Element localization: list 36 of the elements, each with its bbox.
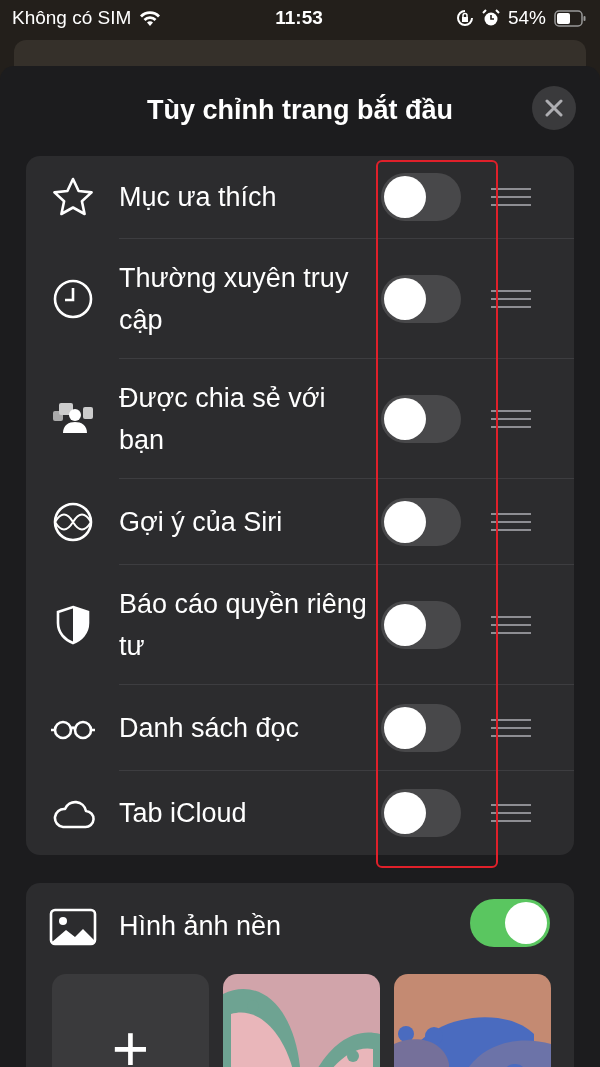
clock-time: 11:53 [275,5,323,30]
toggle-switch[interactable] [381,703,461,752]
section-label: Được chia sẻ với bạn [119,381,327,457]
toggle-switch[interactable] [381,173,461,221]
carrier-text: Không có SIM [12,5,132,30]
section-label: Tab iCloud [119,797,248,830]
wallpaper-label: Hình ảnh nền [119,910,283,944]
sheet-title: Tùy chỉnh trang bắt đầu [146,93,454,127]
search-field[interactable] [14,40,586,66]
drag-handle-icon[interactable] [491,408,531,429]
section-label: Danh sách đọc [119,711,301,745]
toggle-switch[interactable] [381,274,461,323]
drag-handle-icon[interactable] [491,614,531,635]
drag-handle-icon[interactable] [491,288,531,309]
drag-handle-icon[interactable] [491,187,531,207]
toggle-switch[interactable] [470,899,550,947]
wifi-icon [139,10,162,26]
battery-text: 54% [507,5,546,30]
rotation-lock-icon [455,9,474,27]
add-wallpaper-button[interactable]: + [52,974,209,1067]
battery-icon [554,9,586,27]
drag-handle-icon[interactable] [491,803,531,823]
close-button[interactable] [532,86,576,130]
toggle-switch[interactable] [381,600,461,649]
toggle-switch[interactable] [381,394,461,443]
drag-handle-icon[interactable] [491,511,531,532]
toggle-switch[interactable] [381,497,461,546]
section-label: Gợi ý của Siri [119,505,284,539]
section-label: Mục ưa thích [119,181,278,214]
close-icon [545,99,563,117]
section-label: Báo cáo quyền riêng tư [119,587,368,663]
drag-handle-icon[interactable] [491,717,531,738]
toggle-switch[interactable] [381,789,461,837]
image-icon [48,907,97,946]
alarm-icon [481,9,500,27]
section-label: Thường xuyên truy cập [119,261,350,337]
